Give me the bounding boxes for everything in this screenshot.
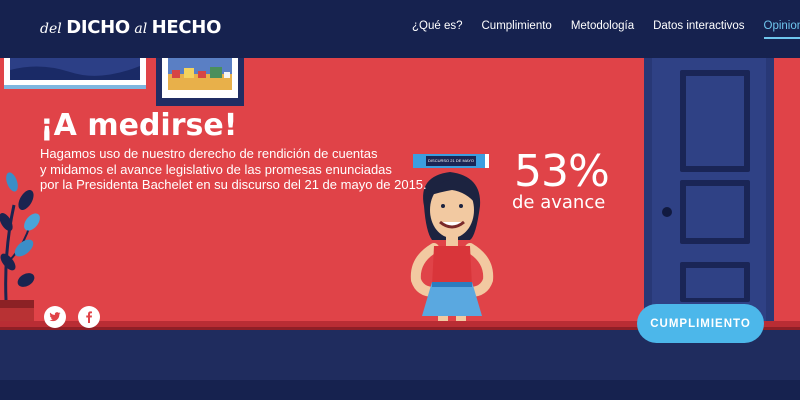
logo-word-del: del — [40, 21, 62, 37]
twitter-icon — [49, 312, 61, 322]
logo-word-hecho: HECHO — [151, 17, 222, 38]
footer-strip — [0, 380, 800, 400]
facebook-share-button[interactable] — [78, 306, 100, 328]
site-logo[interactable]: del DICHO al HECHO — [40, 17, 221, 38]
hero-title: ¡A medirse! — [40, 108, 238, 143]
nav-item-cumplimiento[interactable]: Cumplimiento — [482, 20, 552, 39]
progress-label: de avance — [512, 192, 606, 213]
nav-item-metodologia[interactable]: Metodología — [571, 20, 634, 39]
hero-description-line: por la Presidenta Bachelet en su discurs… — [40, 177, 427, 192]
cumplimiento-button[interactable]: CUMPLIMIENTO — [637, 304, 764, 343]
nav-item-opiniones[interactable]: Opiniones — [763, 20, 800, 39]
twitter-share-button[interactable] — [44, 306, 66, 328]
framed-painting-right — [156, 58, 244, 106]
nav-item-datos-interactivos[interactable]: Datos interactivos — [653, 20, 744, 39]
logo-word-al: al — [134, 21, 148, 37]
progress-percentage: 53% — [514, 146, 610, 197]
speech-book-label: DISCURSO 21 DE MAYO — [428, 158, 474, 163]
nav-item-que-es[interactable]: ¿Qué es? — [412, 20, 463, 39]
top-navigation-bar: del DICHO al HECHO ¿Qué es? Cumplimiento… — [0, 0, 800, 58]
logo-word-dicho: DICHO — [66, 17, 130, 38]
hero-description-line: Hagamos uso de nuestro derecho de rendic… — [40, 146, 378, 161]
hero-description-line: y midamos el avance legislativo de las p… — [40, 161, 392, 177]
facebook-icon — [86, 311, 92, 323]
framed-painting-left — [4, 58, 146, 89]
main-nav: ¿Qué es? Cumplimiento Metodología Datos … — [412, 20, 800, 39]
hero-description: Hagamos uso de nuestro derecho de rendic… — [40, 146, 427, 193]
